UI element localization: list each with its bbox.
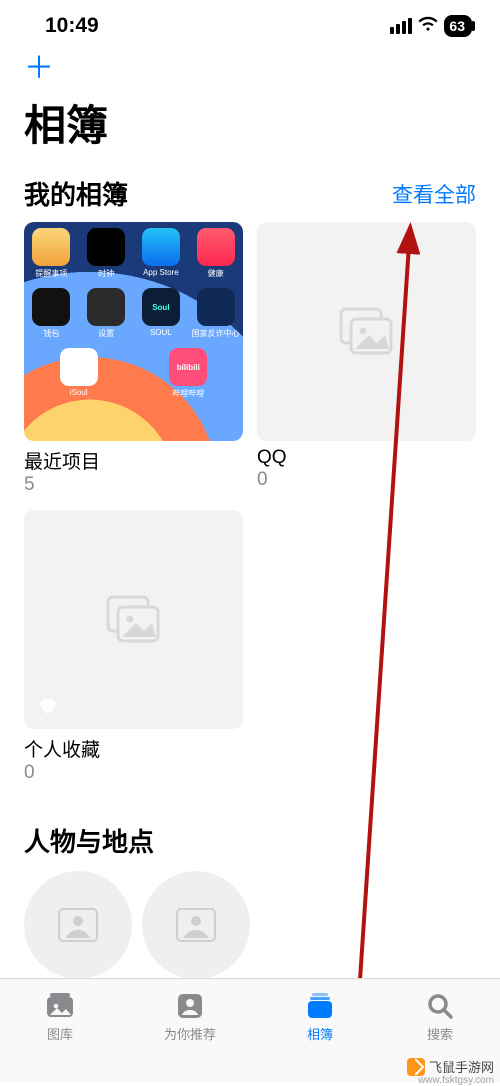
album-item-qq[interactable]: QQ 0 (257, 222, 476, 496)
person-placeholder-icon (176, 908, 216, 942)
album-count: 0 (24, 762, 243, 784)
watermark: 飞鼠手游网 www.fsktgsy.com (407, 1057, 494, 1076)
album-thumb-empty (257, 222, 476, 441)
album-thumb-recent: 提醒事项 时钟 App Store 健康 钱包 设置 SoulSOUL 国家反诈… (24, 222, 243, 441)
see-all-link[interactable]: 查看全部 (392, 179, 476, 209)
battery-icon: 63 (444, 15, 472, 37)
album-count: 0 (257, 469, 476, 491)
library-icon (44, 991, 76, 1021)
status-time: 10:49 (45, 14, 99, 38)
albums-icon (304, 991, 336, 1021)
tab-label: 为你推荐 (164, 1024, 216, 1043)
status-indicators: 63 (390, 15, 472, 37)
header: ＋ 相簿 (0, 48, 500, 161)
people-row (0, 871, 500, 979)
watermark-logo-icon (407, 1058, 425, 1076)
album-count: 5 (24, 474, 243, 496)
watermark-url: www.fsktgsy.com (418, 1075, 494, 1086)
tab-label: 搜索 (427, 1024, 453, 1043)
section-title-my-albums: 我的相簿 (24, 175, 128, 212)
wifi-icon (418, 16, 438, 37)
person-placeholder-icon (58, 908, 98, 942)
status-bar: 10:49 63 (0, 0, 500, 48)
tab-search[interactable]: 搜索 (424, 991, 456, 1043)
album-label: 最近项目 (24, 447, 243, 474)
section-title-people-places: 人物与地点 (24, 822, 154, 859)
album-item-recent[interactable]: 提醒事项 时钟 App Store 健康 钱包 设置 SoulSOUL 国家反诈… (24, 222, 243, 496)
empty-photos-icon (106, 595, 162, 645)
for-you-icon (174, 991, 206, 1021)
album-label: 个人收藏 (24, 735, 243, 762)
cellular-icon (390, 18, 412, 34)
empty-photos-icon (339, 307, 395, 357)
watermark-text: 飞鼠手游网 (429, 1057, 494, 1076)
tab-for-you[interactable]: 为你推荐 (164, 991, 216, 1043)
album-item-favorites[interactable]: 个人收藏 0 (24, 510, 243, 784)
people-places-section: 人物与地点 (0, 808, 500, 859)
tab-label: 图库 (47, 1024, 73, 1043)
add-button[interactable]: ＋ (24, 54, 476, 84)
search-icon (424, 991, 456, 1021)
tab-label: 相簿 (307, 1024, 333, 1043)
album-label: QQ (257, 447, 476, 469)
my-albums-section: 我的相簿 查看全部 提醒事项 时钟 App Store 健康 钱包 设置 Sou… (0, 161, 500, 784)
tab-albums[interactable]: 相簿 (304, 991, 336, 1043)
people-circle[interactable] (24, 871, 132, 979)
page-title: 相簿 (24, 92, 476, 153)
people-circle[interactable] (142, 871, 250, 979)
tab-library[interactable]: 图库 (44, 991, 76, 1043)
heart-icon (36, 693, 60, 717)
album-thumb-empty (24, 510, 243, 729)
